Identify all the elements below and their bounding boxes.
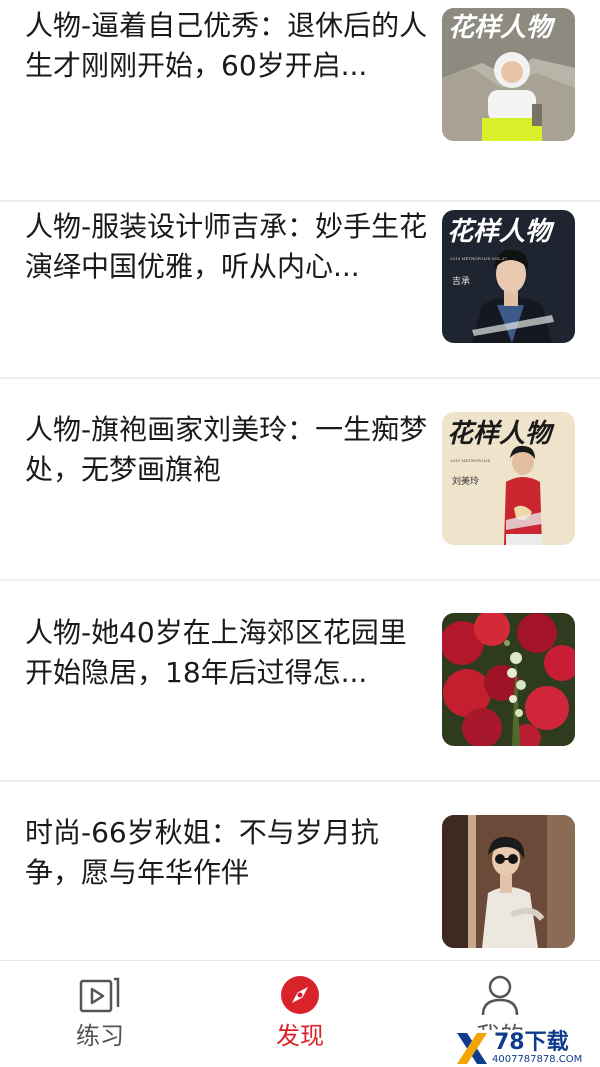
watermark-title: 78下载 xyxy=(494,1030,569,1055)
tab-label: 发现 xyxy=(276,1022,324,1050)
article-thumbnail[interactable]: 花样人物 xyxy=(442,8,575,141)
cover-title: 花样人物 xyxy=(447,217,555,247)
cover-image: 花样人物 2019 METROPOLIS VOL.37 吉承 xyxy=(442,210,575,343)
cover-subtitle: 2019 METROPOLIS xyxy=(450,458,491,463)
x-logo-icon xyxy=(457,1033,487,1064)
cover-image: 花样人物 2019 METROPOLIS 刘美玲 xyxy=(442,412,575,545)
article-item[interactable]: 人物-服装设计师吉承：妙手生花演绎中国优雅，听从内心... 花样人物 2019 … xyxy=(0,177,600,379)
cover-title: 花样人物 xyxy=(448,13,556,43)
cover-image: 花样人物 xyxy=(442,8,575,141)
watermark-logo: 78下载 4007787878.COM xyxy=(450,1030,600,1067)
garden-image xyxy=(442,613,575,746)
article-thumbnail[interactable] xyxy=(442,815,575,948)
compass-icon xyxy=(281,976,319,1014)
cover-name: 刘美玲 xyxy=(452,475,479,487)
article-thumbnail[interactable]: 花样人物 2019 METROPOLIS 刘美玲 xyxy=(442,412,575,545)
article-title[interactable]: 人物-旗袍画家刘美玲：一生痴梦处，无梦画旗袍 xyxy=(25,410,430,490)
person-icon xyxy=(481,975,519,1016)
tab-discover[interactable]: 发现 xyxy=(200,961,400,1067)
article-thumbnail[interactable] xyxy=(442,613,575,746)
cover-subtitle: 2019 METROPOLIS VOL.37 xyxy=(450,256,507,261)
cover-name: 吉承 xyxy=(452,276,470,287)
article-item[interactable]: 人物-逼着自己优秀：退休后的人生才刚刚开始，60岁开启... 花样人物 xyxy=(0,0,600,202)
article-item[interactable]: 时尚-66岁秋姐：不与岁月抗争，愿与年华作伴 xyxy=(0,782,600,960)
article-thumbnail[interactable]: 花样人物 2019 METROPOLIS VOL.37 吉承 xyxy=(442,210,575,343)
article-title[interactable]: 人物-服装设计师吉承：妙手生花演绎中国优雅，听从内心... xyxy=(25,207,430,287)
article-item[interactable]: 人物-她40岁在上海郊区花园里开始隐居，18年后过得怎... xyxy=(0,580,600,782)
article-item[interactable]: 人物-旗袍画家刘美玲：一生痴梦处，无梦画旗袍 花样人物 2019 METROPO… xyxy=(0,379,600,581)
watermark-url: 4007787878.COM xyxy=(492,1054,583,1065)
article-title[interactable]: 人物-她40岁在上海郊区花园里开始隐居，18年后过得怎... xyxy=(25,613,430,693)
video-icon xyxy=(79,977,120,1013)
article-feed: 人物-逼着自己优秀：退休后的人生才刚刚开始，60岁开启... 花样人物 人物-服… xyxy=(0,0,600,960)
cover-title: 花样人物 xyxy=(447,419,555,449)
article-title[interactable]: 人物-逼着自己优秀：退休后的人生才刚刚开始，60岁开启... xyxy=(25,6,430,86)
tab-label: 练习 xyxy=(76,1022,124,1050)
tab-practice[interactable]: 练习 xyxy=(0,961,200,1067)
article-title[interactable]: 时尚-66岁秋姐：不与岁月抗争，愿与年华作伴 xyxy=(25,813,430,893)
portrait-image xyxy=(442,815,575,948)
